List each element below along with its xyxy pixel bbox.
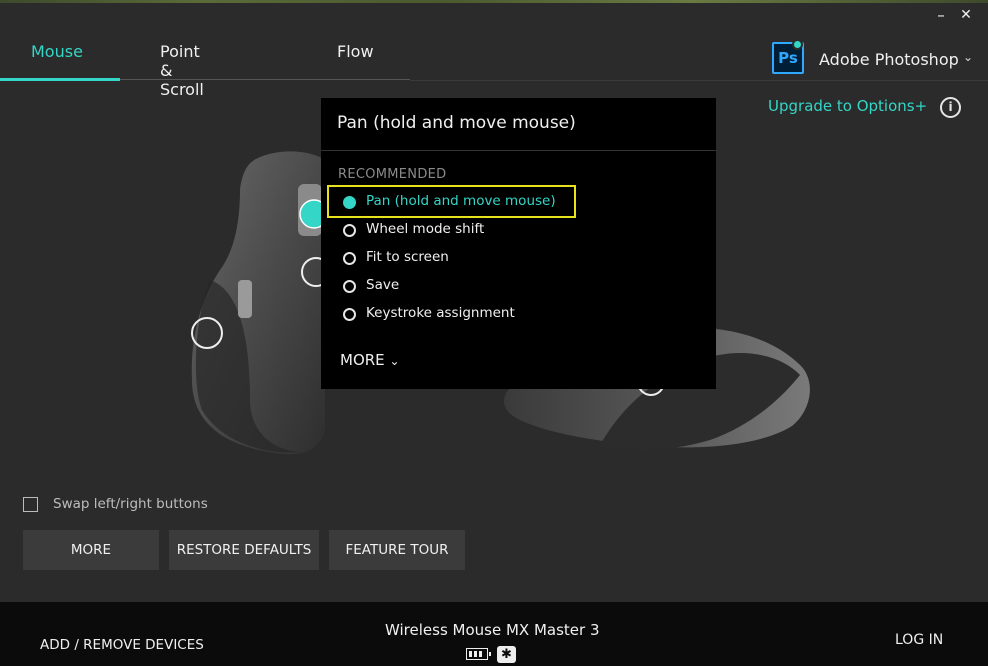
radio-icon [343,280,356,293]
more-button[interactable]: MORE [23,530,159,570]
header-divider [410,80,988,81]
minimize-icon[interactable]: – [932,6,950,24]
active-tab-indicator [0,78,120,81]
menu-divider [321,150,716,151]
menu-more-label: MORE [340,351,385,369]
menu-title: Pan (hold and move mouse) [337,113,576,133]
swap-checkbox[interactable] [23,497,38,512]
thumb-wheel [238,280,252,318]
option-label: Wheel mode shift [366,221,485,237]
action-menu: Pan (hold and move mouse) RECOMMENDED Pa… [321,98,716,389]
chevron-down-icon: ⌄ [963,50,974,64]
tab-flow[interactable]: Flow [337,42,374,61]
close-icon[interactable]: ✕ [957,6,975,24]
option-label: Keystroke assignment [366,305,515,321]
application-name: Adobe Photoshop [819,50,959,69]
menu-more-button[interactable]: MORE ⌄ [340,351,400,369]
footer-bar: ADD / REMOVE DEVICES Wireless Mouse MX M… [0,602,988,666]
battery-icon [466,648,491,660]
menu-section-label: RECOMMENDED [338,167,447,182]
chevron-down-icon: ⌄ [389,354,400,368]
app-active-dot [792,39,803,50]
tab-divider [120,79,410,80]
tab-point-and-scroll[interactable]: Point & Scroll [160,42,204,99]
tab-mouse[interactable]: Mouse [31,42,83,61]
window-top-strip [0,0,988,3]
option-label: Fit to screen [366,249,449,265]
radio-icon [343,252,356,265]
feature-tour-button[interactable]: FEATURE TOUR [329,530,465,570]
info-icon[interactable]: i [940,97,961,118]
option-label: Save [366,277,400,293]
radio-selected-icon [343,196,356,209]
swap-label: Swap left/right buttons [53,496,208,512]
add-remove-devices-button[interactable]: ADD / REMOVE DEVICES [40,637,204,653]
radio-icon [343,224,356,237]
option-label: Pan (hold and move mouse) [366,193,556,209]
radio-icon [343,308,356,321]
unifying-receiver-icon: ✱ [497,646,516,663]
device-name: Wireless Mouse MX Master 3 [385,621,600,639]
upgrade-link[interactable]: Upgrade to Options+ [768,97,927,115]
restore-defaults-button[interactable]: RESTORE DEFAULTS [169,530,319,570]
login-button[interactable]: LOG IN [895,632,943,648]
